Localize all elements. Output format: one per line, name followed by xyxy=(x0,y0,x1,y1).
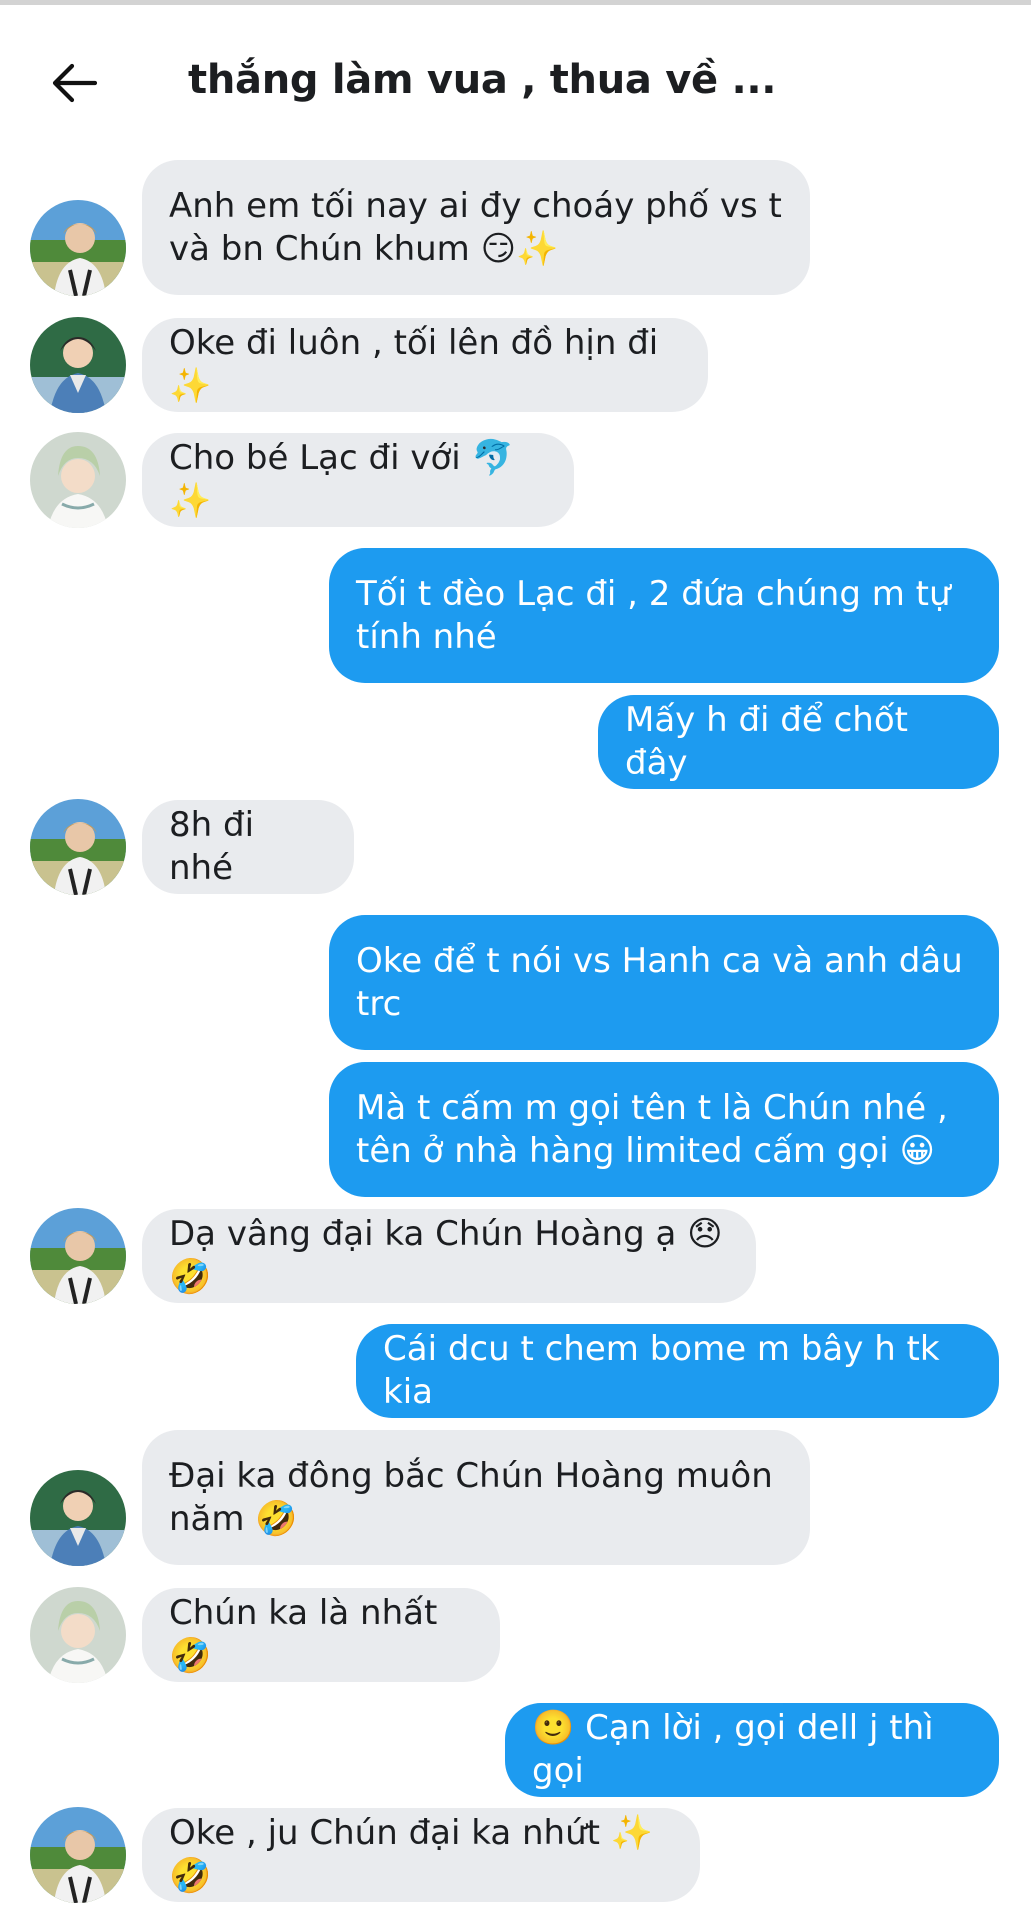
message-text: Cái dcu t chem bome m bây h tk kia xyxy=(383,1329,940,1412)
message-row: Cái dcu t chem bome m bây h tk kia xyxy=(0,1324,1031,1418)
message-bubble-incoming[interactable]: Anh em tối nay ai đy choáy phố vs t và b… xyxy=(142,160,810,295)
message-row: Đại ka đông bắc Chún Hoàng muôn năm 🤣 xyxy=(0,1430,1031,1566)
message-text: Mấy h đi để chốt đây xyxy=(625,700,908,783)
message-row: 8h đi nhé xyxy=(0,799,1031,895)
message-text: Dạ vâng đại ka Chún Hoàng ạ 😞🤣 xyxy=(169,1214,723,1297)
message-bubble-outgoing[interactable]: Oke để t nói vs Hanh ca và anh dâu trc xyxy=(329,915,999,1050)
message-bubble-incoming[interactable]: Oke , ju Chún đại ka nhứt ✨🤣 xyxy=(142,1808,700,1902)
message-row: Mấy h đi để chốt đây xyxy=(0,695,1031,789)
avatar[interactable] xyxy=(30,1587,126,1683)
message-row: Oke đi luôn , tối lên đồ hịn đi ✨ xyxy=(0,317,1031,413)
message-row: Cho bé Lạc đi với 🐬✨ xyxy=(0,432,1031,528)
message-bubble-outgoing[interactable]: Mấy h đi để chốt đây xyxy=(598,695,999,789)
message-row: Anh em tối nay ai đy choáy phố vs t và b… xyxy=(0,160,1031,296)
conversation-title[interactable]: thắng làm vua , thua về ... xyxy=(188,57,776,103)
message-bubble-incoming[interactable]: Oke đi luôn , tối lên đồ hịn đi ✨ xyxy=(142,318,708,412)
message-row: 🙂 Cạn lời , gọi dell j thì gọi xyxy=(0,1703,1031,1797)
message-text: Anh em tối nay ai đy choáy phố vs t và b… xyxy=(169,185,782,269)
message-bubble-incoming[interactable]: Dạ vâng đại ka Chún Hoàng ạ 😞🤣 xyxy=(142,1209,756,1303)
avatar[interactable] xyxy=(30,317,126,413)
message-bubble-outgoing[interactable]: 🙂 Cạn lời , gọi dell j thì gọi xyxy=(505,1703,999,1797)
message-bubble-incoming[interactable]: 8h đi nhé xyxy=(142,800,354,894)
back-button[interactable] xyxy=(38,51,110,115)
message-bubble-incoming[interactable]: Đại ka đông bắc Chún Hoàng muôn năm 🤣 xyxy=(142,1430,810,1565)
avatar[interactable] xyxy=(30,200,126,296)
message-row: Mà t cấm m gọi tên t là Chún nhé , tên ở… xyxy=(0,1062,1031,1197)
message-text: Chún ka là nhất 🤣 xyxy=(169,1593,438,1676)
message-text: Oke đi luôn , tối lên đồ hịn đi ✨ xyxy=(169,323,659,406)
message-text: Oke , ju Chún đại ka nhứt ✨🤣 xyxy=(169,1813,654,1896)
message-row: Dạ vâng đại ka Chún Hoàng ạ 😞🤣 xyxy=(0,1208,1031,1304)
message-bubble-outgoing[interactable]: Tối t đèo Lạc đi , 2 đứa chúng m tự tính… xyxy=(329,548,999,683)
message-bubble-incoming[interactable]: Cho bé Lạc đi với 🐬✨ xyxy=(142,433,574,527)
message-text: 🙂 Cạn lời , gọi dell j thì gọi xyxy=(532,1708,934,1791)
message-row: Oke , ju Chún đại ka nhứt ✨🤣 xyxy=(0,1807,1031,1903)
message-row: Oke để t nói vs Hanh ca và anh dâu trc xyxy=(0,915,1031,1050)
message-text: Mà t cấm m gọi tên t là Chún nhé , tên ở… xyxy=(356,1087,948,1171)
avatar[interactable] xyxy=(30,799,126,895)
avatar[interactable] xyxy=(30,1470,126,1566)
avatar[interactable] xyxy=(30,432,126,528)
message-text: Oke để t nói vs Hanh ca và anh dâu trc xyxy=(356,940,963,1024)
message-bubble-outgoing[interactable]: Cái dcu t chem bome m bây h tk kia xyxy=(356,1324,999,1418)
arrow-left-icon xyxy=(52,63,97,103)
message-bubble-incoming[interactable]: Chún ka là nhất 🤣 xyxy=(142,1588,500,1682)
avatar[interactable] xyxy=(30,1807,126,1903)
avatar[interactable] xyxy=(30,1208,126,1304)
message-row: Tối t đèo Lạc đi , 2 đứa chúng m tự tính… xyxy=(0,548,1031,683)
chat-header: thắng làm vua , thua về ... xyxy=(0,5,1031,150)
message-text: Đại ka đông bắc Chún Hoàng muôn năm 🤣 xyxy=(169,1455,773,1539)
message-text: Tối t đèo Lạc đi , 2 đứa chúng m tự tính… xyxy=(356,573,951,657)
message-text: Cho bé Lạc đi với 🐬✨ xyxy=(169,438,514,521)
message-bubble-outgoing[interactable]: Mà t cấm m gọi tên t là Chún nhé , tên ở… xyxy=(329,1062,999,1197)
message-text: 8h đi nhé xyxy=(169,805,255,888)
message-row: Chún ka là nhất 🤣 xyxy=(0,1587,1031,1683)
